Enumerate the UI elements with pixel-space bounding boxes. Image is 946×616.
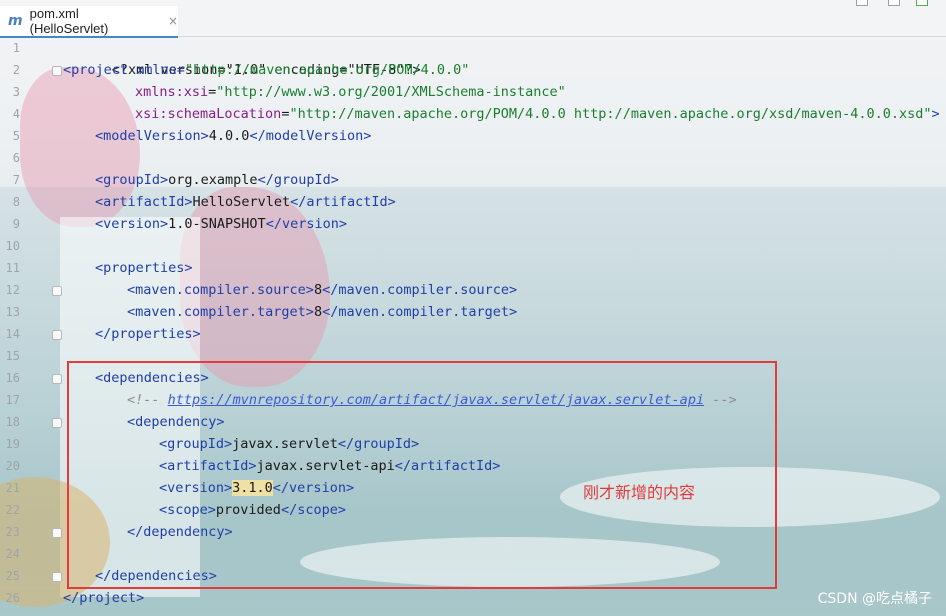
line-number: 2 (12, 63, 20, 77)
run-check-icon[interactable] (916, 0, 928, 6)
line-number: 15 (5, 349, 20, 363)
menu-icon[interactable] (888, 0, 900, 6)
line-number: 19 (5, 437, 20, 451)
editor-toolbar (826, 0, 946, 6)
code-line-3: xmlns:xsi="http://www.w3.org/2001/XMLSch… (135, 84, 566, 100)
fold-marker-icon[interactable] (52, 330, 62, 340)
line-number: 14 (5, 327, 20, 341)
fold-marker-icon[interactable] (52, 66, 62, 76)
window-icon[interactable] (856, 0, 868, 6)
line-number: 21 (5, 481, 20, 495)
line-number: 4 (12, 107, 20, 121)
line-number: 8 (12, 195, 20, 209)
line-number: 9 (12, 217, 20, 231)
code-line-1: <?xml version="1.0" encoding="UTF-8"?> (111, 62, 421, 78)
line-number: 3 (12, 85, 20, 99)
line-number: 24 (5, 547, 20, 561)
line-number: 7 (12, 173, 20, 187)
code-line-5: <modelVersion>4.0.0</modelVersion> (95, 128, 372, 144)
line-number: 23 (5, 525, 20, 539)
code-line-12: <maven.compiler.source>8</maven.compiler… (127, 282, 518, 298)
annotation-text: 刚才新增的内容 (583, 483, 696, 502)
code-line-8: <artifactId>HelloServlet</artifactId> (95, 194, 396, 210)
line-number: 13 (5, 305, 20, 319)
code-line-26: </project> (63, 590, 145, 606)
line-number: 11 (5, 261, 20, 275)
code-line-4: xsi:schemaLocation="http://maven.apache.… (135, 106, 940, 122)
line-number: 18 (5, 415, 20, 429)
line-number-gutter: 1 2 3 4 5 6 7 8 9 10 11 12 13 14 15 16 1… (0, 37, 40, 616)
maven-file-icon: m (8, 13, 23, 29)
fold-marker-icon[interactable] (52, 572, 62, 582)
line-number: 16 (5, 371, 20, 385)
code-line-7: <groupId>org.example</groupId> (95, 172, 339, 188)
fold-marker-icon[interactable] (52, 418, 62, 428)
line-number: 6 (12, 151, 20, 165)
code-line-14: </properties> (95, 326, 201, 342)
line-number: 26 (5, 591, 20, 605)
line-number: 1 (12, 41, 20, 55)
fold-marker-icon[interactable] (52, 286, 62, 296)
line-number: 12 (5, 283, 20, 297)
tab-pom-xml[interactable]: m pom.xml (HelloServlet) × (0, 6, 178, 38)
code-line-13: <maven.compiler.target>8</maven.compiler… (127, 304, 518, 320)
editor-tab-bar: m pom.xml (HelloServlet) × (0, 0, 946, 38)
close-tab-icon[interactable]: × (168, 14, 178, 28)
code-line-9: <version>1.0-SNAPSHOT</version> (95, 216, 347, 232)
line-number: 5 (12, 129, 20, 143)
watermark: CSDN @吃点橘子 (817, 591, 932, 607)
line-number: 20 (5, 459, 20, 473)
highlight-box (67, 361, 777, 589)
line-number: 17 (5, 393, 20, 407)
line-number: 25 (5, 569, 20, 583)
fold-marker-icon[interactable] (52, 374, 62, 384)
fold-marker-icon[interactable] (52, 528, 62, 538)
code-editor[interactable]: 1 2 3 4 5 6 7 8 9 10 11 12 13 14 15 16 1… (0, 37, 946, 616)
line-number: 22 (5, 503, 20, 517)
code-line-2: <project xmlns="http://maven.apache.org/… (63, 62, 470, 78)
line-number: 10 (5, 239, 20, 253)
tab-label: pom.xml (HelloServlet) (29, 6, 109, 36)
code-line-11: <properties> (95, 260, 193, 276)
